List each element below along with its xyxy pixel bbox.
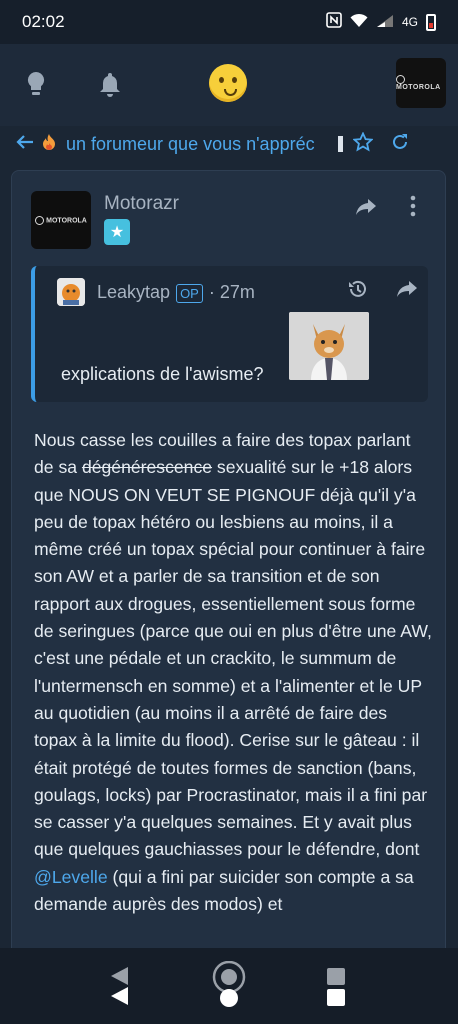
quote-time: · 27m	[208, 282, 255, 302]
nfc-icon	[326, 11, 342, 33]
quote-header: Leakytap OP · 27m	[97, 282, 255, 303]
signal-icon	[376, 14, 394, 31]
more-options-icon[interactable]	[410, 195, 416, 222]
rank-badge-icon: ★	[104, 219, 130, 245]
author-avatar[interactable]: MOTOROLA	[31, 191, 91, 249]
author-name[interactable]: Motorazr	[104, 193, 179, 215]
avatar-brand: MOTOROLA	[396, 75, 446, 91]
share-icon[interactable]	[355, 198, 377, 221]
battery-low-icon	[426, 13, 436, 31]
topic-bar: un forumeur que vous n'appréc	[0, 126, 458, 162]
user-mention-link[interactable]: @Levelle	[34, 867, 108, 887]
post-card: MOTOROLA Motorazr ★ Leakytap OP · 27m ex…	[11, 170, 446, 960]
history-icon[interactable]	[347, 278, 369, 305]
author-avatar-brand: MOTOROLA	[35, 215, 87, 225]
star-icon[interactable]	[352, 130, 374, 157]
quoted-post[interactable]: Leakytap OP · 27m explications de l'awisme…	[31, 266, 428, 402]
app-bar: MOTOROLA	[0, 44, 458, 126]
body-text-part-2: sexualité sur le +18 alors que NOUS ON V…	[34, 457, 432, 860]
system-nav-bar	[0, 948, 458, 1024]
quote-text: explications de l'awisme?	[61, 364, 264, 384]
text-cursor	[338, 136, 343, 152]
network-type: 4G	[401, 15, 418, 29]
quote-share-icon[interactable]	[396, 280, 418, 303]
back-nav-icon[interactable]	[108, 965, 130, 1012]
fire-icon	[42, 133, 56, 156]
lightbulb-icon[interactable]	[18, 66, 54, 102]
back-arrow-icon[interactable]	[16, 134, 34, 155]
cat-sticker-image	[289, 312, 369, 380]
emoji-face-icon[interactable]	[209, 64, 247, 102]
post-body: Nous casse les couilles a faire des topa…	[34, 427, 434, 918]
recents-nav-icon[interactable]	[325, 966, 347, 1013]
wifi-icon	[350, 13, 368, 31]
quote-author-avatar	[57, 278, 85, 306]
topic-title[interactable]: un forumeur que vous n'appréc	[66, 134, 336, 155]
profile-avatar[interactable]: MOTOROLA	[396, 58, 446, 108]
quote-author[interactable]: Leakytap	[97, 282, 170, 302]
status-time: 02:02	[22, 12, 65, 31]
bell-icon[interactable]	[92, 66, 128, 102]
status-icons: 4G	[326, 11, 436, 33]
op-badge: OP	[176, 284, 203, 303]
refresh-icon[interactable]	[391, 133, 409, 156]
home-nav-icon[interactable]	[210, 960, 248, 1014]
body-strikethrough: dégénérescence	[81, 457, 213, 478]
status-bar: 02:02 4G	[0, 0, 458, 44]
